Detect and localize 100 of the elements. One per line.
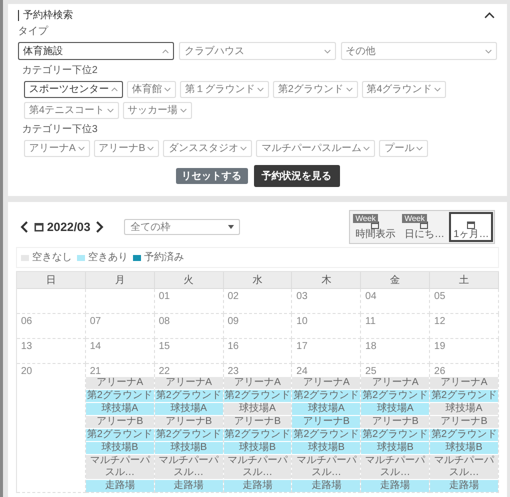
time-slot[interactable]: 球技場A xyxy=(430,403,498,415)
time-slot[interactable]: 第2グラウンド xyxy=(154,429,223,441)
time-slot[interactable]: アリーナA xyxy=(154,377,223,389)
dropdown-arrow-icon xyxy=(228,225,234,229)
chevron-down-icon xyxy=(240,146,248,151)
category-dropdown[interactable]: 第4テニスコート xyxy=(24,102,119,119)
time-slot[interactable]: アリーナB xyxy=(224,416,292,428)
category-dropdown[interactable]: スポーツセンター xyxy=(24,81,123,98)
time-slot[interactable]: 第2グラウンド xyxy=(292,390,360,402)
date-label: 12 xyxy=(433,315,446,327)
time-slot[interactable]: アリーナB xyxy=(154,416,223,428)
time-slot[interactable]: 走路場 xyxy=(430,480,498,492)
filter-dropdown[interactable]: 全ての枠 xyxy=(124,219,240,235)
time-slot[interactable]: マルチパーパスル… xyxy=(86,455,154,479)
weekday-header: 月 xyxy=(86,272,155,289)
category-dropdown[interactable]: ダンススタジオ xyxy=(163,140,252,157)
time-slot[interactable]: 走路場 xyxy=(154,480,223,492)
time-slot[interactable]: 球技場A xyxy=(361,403,430,415)
time-slot[interactable]: アリーナA xyxy=(361,377,430,389)
reset-button[interactable]: リセットする xyxy=(176,168,248,184)
time-slot[interactable]: 球技場B xyxy=(86,442,154,454)
category-dropdown[interactable]: 体育館 xyxy=(127,81,176,98)
date-label: 18 xyxy=(364,340,378,352)
chevron-down-icon xyxy=(78,146,85,151)
time-slot[interactable]: アリーナA xyxy=(292,377,360,389)
time-slot[interactable]: 走路場 xyxy=(292,480,360,492)
time-slot[interactable]: マルチパーパスル… xyxy=(224,455,292,479)
date-label: 22 xyxy=(158,365,171,377)
time-slot[interactable]: 球技場B xyxy=(292,442,360,454)
date-label: 23 xyxy=(226,365,240,377)
time-slot[interactable]: 第2グラウンド xyxy=(86,429,154,441)
time-slot[interactable]: 球技場B xyxy=(224,442,292,454)
category-dropdown[interactable]: 第2グラウンド xyxy=(273,81,358,98)
time-slot[interactable]: アリーナA xyxy=(430,377,498,389)
next-month-button[interactable] xyxy=(96,221,104,233)
date-label: 17 xyxy=(295,340,309,352)
time-slot[interactable]: 第2グラウンド xyxy=(430,429,498,441)
date-label: 01 xyxy=(158,290,171,302)
chevron-up-icon xyxy=(162,48,170,54)
chevron-down-icon xyxy=(147,146,154,151)
time-slot[interactable]: 第2グラウンド xyxy=(224,390,292,402)
time-slot[interactable]: 第2グラウンド xyxy=(361,429,430,441)
time-slot[interactable]: アリーナB xyxy=(361,416,430,428)
view-toggle[interactable]: 1ヶ月… xyxy=(449,212,493,242)
weekday-header: 日 xyxy=(17,272,86,289)
time-slot[interactable]: 第2グラウンド xyxy=(86,390,154,402)
type-dropdown[interactable]: その他 xyxy=(340,42,497,60)
category-dropdown[interactable]: サッカー場 xyxy=(122,102,192,119)
calendar-icon xyxy=(420,221,428,229)
date-label: 13 xyxy=(20,340,34,352)
chevron-down-icon xyxy=(484,48,492,54)
date-label: 26 xyxy=(433,365,446,377)
time-slot[interactable]: マルチパーパスル… xyxy=(430,455,498,479)
date-label: 24 xyxy=(295,365,309,377)
time-slot[interactable]: マルチパーパスル… xyxy=(292,455,360,479)
category-dropdown[interactable]: プール xyxy=(379,140,428,157)
time-slot[interactable]: アリーナB xyxy=(430,416,498,428)
time-slot[interactable]: 球技場A xyxy=(224,403,292,415)
time-slot[interactable]: 走路場 xyxy=(361,480,430,492)
time-slot[interactable]: 球技場A xyxy=(86,403,154,415)
chevron-down-icon xyxy=(106,108,114,113)
type-dropdown[interactable]: クラブハウス xyxy=(179,42,336,60)
date-label: 05 xyxy=(433,290,446,302)
month-label: 2022/03 xyxy=(47,219,90,236)
time-slot[interactable]: 球技場B xyxy=(361,442,430,454)
time-slot[interactable]: 球技場A xyxy=(292,403,360,415)
time-slot[interactable]: 第2グラウンド xyxy=(430,390,498,402)
weekday-header: 木 xyxy=(292,272,362,289)
category-dropdown[interactable]: 第4グラウンド xyxy=(362,81,446,98)
collapse-button[interactable] xyxy=(482,10,497,21)
time-slot[interactable]: マルチパーパスル… xyxy=(154,455,223,479)
time-slot[interactable]: アリーナB xyxy=(292,416,360,428)
time-slot[interactable]: 球技場B xyxy=(154,442,223,454)
search-button[interactable]: 予約状況を見る xyxy=(254,165,340,187)
time-slot[interactable]: 球技場A xyxy=(154,403,223,415)
category-dropdown[interactable]: アリーナA xyxy=(24,140,90,157)
time-slot[interactable]: アリーナB xyxy=(86,416,154,428)
category-dropdown[interactable]: 第１グラウンド xyxy=(180,81,269,98)
category-dropdown[interactable]: マルチパーパスルーム xyxy=(256,140,376,157)
time-slot[interactable]: 第2グラウンド xyxy=(154,390,223,402)
time-slot[interactable]: 球技場B xyxy=(430,442,498,454)
calendar-icon xyxy=(371,221,380,229)
time-slot[interactable]: 走路場 xyxy=(224,480,292,492)
weekday-header: 土 xyxy=(430,272,499,289)
view-toggle[interactable]: Week 日にち… xyxy=(400,212,448,242)
date-label: 09 xyxy=(226,315,240,327)
previous-month-button[interactable] xyxy=(20,221,28,233)
date-label: 16 xyxy=(226,340,240,352)
type-dropdown[interactable]: 体育施設 xyxy=(18,42,174,60)
time-slot[interactable]: 第2グラウンド xyxy=(224,429,292,441)
time-slot[interactable]: 第2グラウンド xyxy=(361,390,430,402)
time-slot[interactable]: アリーナA xyxy=(224,377,292,389)
panel-title: 予約枠検索 xyxy=(18,10,73,21)
time-slot[interactable]: 走路場 xyxy=(86,480,154,492)
calendar-icon xyxy=(34,222,44,232)
time-slot[interactable]: アリーナA xyxy=(86,377,154,389)
time-slot[interactable]: 第2グラウンド xyxy=(292,429,360,441)
category-dropdown[interactable]: アリーナB xyxy=(94,140,160,157)
time-slot[interactable]: マルチパーパスル… xyxy=(361,455,430,479)
view-toggle[interactable]: Week 時間表示 xyxy=(351,212,400,242)
